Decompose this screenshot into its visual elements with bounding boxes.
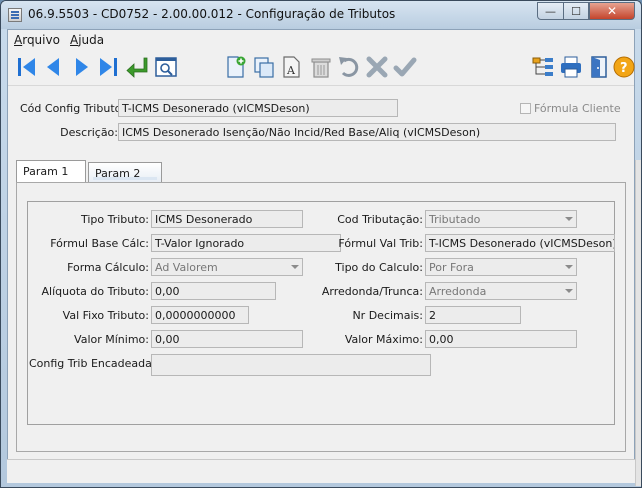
forma-calculo-label: Forma Cálculo: [67,261,149,274]
chevron-down-icon [565,217,573,221]
search-icon [155,57,177,77]
nr-decimais-field[interactable]: 2 [425,306,521,324]
tab-panel-param-1: Tipo Tributo: ICMS Desonerado Cod Tribut… [16,182,626,452]
window-title: 06.9.5503 - CD0752 - 2.00.00.012 - Confi… [28,7,396,21]
return-button[interactable] [124,54,150,80]
svg-text:A: A [286,64,296,77]
header-panel: Cód Config Tributo: T-ICMS Desonerado (v… [8,88,634,148]
undo-button[interactable] [336,54,362,80]
tipo-calculo-select[interactable]: Por Fora [425,258,577,276]
valor-maximo-field[interactable]: 0,00 [425,330,577,348]
descricao-field[interactable]: ICMS Desonerado Isenção/Não Incid/Red Ba… [118,123,616,141]
first-record-icon [18,58,35,76]
tab-param-1[interactable]: Param 1 [16,160,86,182]
maximize-button[interactable]: ☐ [563,2,589,20]
window-client-area: Arquivo Ajuda A ? Cód Config Tributo: T-… [7,29,641,486]
copy-record-button[interactable] [251,54,277,80]
menu-ajuda[interactable]: Ajuda [70,33,104,47]
help-icon: ? [613,56,635,78]
nr-decimais-label: Nr Decimais: [352,309,423,322]
status-bar [7,459,635,483]
application-window: 06.9.5503 - CD0752 - 2.00.00.012 - Confi… [0,0,642,488]
svg-text:?: ? [620,61,628,76]
val-fixo-tributo-label: Val Fixo Tributo: [62,309,149,322]
last-record-icon [100,58,117,76]
print-icon [561,56,581,78]
formul-val-trib-field[interactable]: T-ICMS Desonerado (vICMSDeson) [425,234,615,252]
previous-record-button[interactable] [41,54,67,80]
formula-cliente-label: Fórmula Cliente [534,102,621,115]
tree-view-button[interactable] [530,54,556,80]
cod-config-tributo-label: Cód Config Tributo: [20,102,126,115]
app-icon [8,8,22,22]
chevron-down-icon [291,265,299,269]
delete-icon [311,58,331,78]
menu-arquivo[interactable]: Arquivo [14,33,60,47]
chevron-down-icon [565,265,573,269]
menu-bar: Arquivo Ajuda [8,30,634,50]
cod-config-tributo-field[interactable]: T-ICMS Desonerado (vICMSDeson) [118,99,398,117]
first-record-button[interactable] [14,54,40,80]
confirm-icon [393,57,417,77]
search-button[interactable] [153,54,179,80]
return-icon [126,57,148,78]
cod-tributacao-select[interactable]: Tributado [425,210,577,228]
previous-record-icon [47,58,59,76]
close-button[interactable]: ✕ [589,2,635,20]
next-record-button[interactable] [68,54,94,80]
edit-text-button[interactable]: A [279,54,305,80]
val-fixo-tributo-field[interactable]: 0,0000000000 [151,306,249,324]
delete-record-button[interactable] [308,54,334,80]
tab-param-2[interactable]: Param 2 [88,162,162,182]
tree-icon [532,57,553,76]
config-trib-encadeada-label: Config Trib Encadeada: [29,357,156,370]
valor-maximo-label: Valor Máximo: [344,333,423,346]
descricao-label: Descrição: [60,126,118,139]
cancel-icon [366,56,388,78]
exit-door-icon [591,56,607,78]
formul-base-calc-label: Fórmul Base Cálc: [50,237,149,250]
valor-minimo-field[interactable]: 0,00 [151,330,303,348]
title-bar[interactable]: 06.9.5503 - CD0752 - 2.00.00.012 - Confi… [1,1,641,29]
help-button[interactable]: ? [611,54,637,80]
chevron-down-icon [565,289,573,293]
undo-icon [339,57,359,77]
last-record-button[interactable] [95,54,121,80]
formul-base-calc-field[interactable]: T-Valor Ignorado [151,234,341,252]
print-button[interactable] [558,54,584,80]
confirm-button[interactable] [392,54,418,80]
valor-minimo-label: Valor Mínimo: [74,333,149,346]
arredonda-trunca-select[interactable]: Arredonda [425,282,577,300]
tab-param-2-accent [93,177,157,180]
cod-tributacao-label: Cod Tributação: [337,213,423,226]
minimize-button[interactable]: — [537,2,564,20]
exit-button[interactable] [586,54,612,80]
forma-calculo-select[interactable]: Ad Valorem [151,258,303,276]
edit-text-icon: A [283,56,300,78]
tipo-tributo-label: Tipo Tributo: [80,213,149,226]
config-trib-encadeada-field[interactable] [151,354,431,376]
copy-icon [254,57,274,78]
vertical-scrollbar[interactable] [635,160,641,486]
tipo-tributo-field[interactable]: ICMS Desonerado [151,210,303,228]
arredonda-trunca-label: Arredonda/Trunca: [321,285,423,298]
new-document-icon [227,56,246,78]
aliquota-label: Alíquota do Tributo: [41,285,149,298]
cancel-button[interactable] [364,54,390,80]
next-record-icon [76,58,88,76]
toolbar: A ? [8,50,637,86]
formula-cliente-checkbox[interactable] [520,103,531,114]
tipo-calculo-label: Tipo do Calculo: [335,261,423,274]
aliquota-field[interactable]: 0,00 [151,282,276,300]
formul-val-trib-label: Fórmul Val Trib: [338,237,423,250]
new-record-button[interactable] [223,54,249,80]
